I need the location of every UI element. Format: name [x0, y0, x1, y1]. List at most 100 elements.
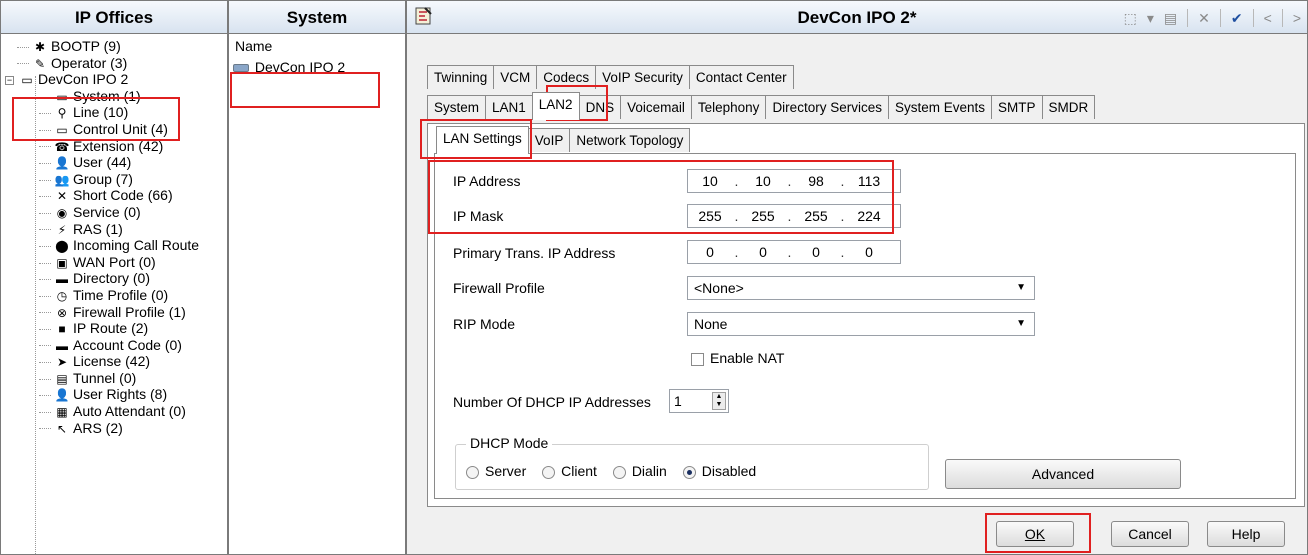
ip-offices-pane: IP Offices ✱ BOOTP (9) ✎ Operator (3) − ▭ DevC…: [0, 0, 228, 555]
mask-octet: 255: [804, 208, 828, 224]
tab-contact-center[interactable]: Contact Center: [688, 65, 794, 89]
incoming-call-route-icon: ⬤: [55, 239, 69, 254]
tree-item-firewall-profile[interactable]: ⊗ Firewall Profile (1): [1, 304, 227, 321]
tree-item-extension[interactable]: ☎ Extension (42): [1, 138, 227, 155]
tree-item-label: System (1): [73, 87, 141, 104]
dhcp-mode-disabled[interactable]: Disabled: [682, 463, 756, 479]
tab-system[interactable]: System: [427, 95, 487, 119]
tree-connector: [39, 162, 51, 164]
previous-icon[interactable]: <: [1264, 10, 1272, 26]
cancel-button[interactable]: Cancel: [1111, 521, 1189, 547]
dhcp-count-value: 1: [674, 393, 682, 409]
operator-icon: ✎: [34, 56, 46, 71]
ip-octet: 113: [857, 173, 881, 189]
short-code-icon: ✕: [56, 189, 68, 204]
tree-connector: [39, 428, 51, 430]
tree-item-directory[interactable]: ▬ Directory (0): [1, 270, 227, 287]
tab-dns[interactable]: DNS: [578, 95, 622, 119]
tab-smdr[interactable]: SMDR: [1041, 95, 1096, 119]
tree-item-control-unit[interactable]: ▭ Control Unit (4): [1, 121, 227, 138]
enable-nat-row[interactable]: Enable NAT: [691, 350, 784, 366]
tree-item-short-code[interactable]: ✕ Short Code (66): [1, 187, 227, 204]
octet-separator: .: [840, 173, 845, 189]
primary-trans-ip-input[interactable]: 0. 0. 0. 0: [687, 240, 901, 264]
directory-icon: ▬: [56, 272, 68, 287]
rip-mode-value: None: [694, 316, 728, 332]
tab-vcm[interactable]: VCM: [493, 65, 538, 89]
spinner-arrows-icon[interactable]: ▲ ▼: [712, 392, 726, 410]
tree-item-line[interactable]: ⚲ Line (10): [1, 104, 227, 121]
subtab-network-topology[interactable]: Network Topology: [569, 128, 691, 152]
tree-item-user[interactable]: 👤 User (44): [1, 154, 227, 171]
rip-mode-select[interactable]: None ▼: [687, 312, 1035, 336]
ip-mask-input[interactable]: 255. 255. 255. 224: [687, 204, 901, 228]
tree-item-service[interactable]: ◉ Service (0): [1, 204, 227, 221]
enable-nat-checkbox[interactable]: [691, 352, 704, 366]
radio-selected-icon[interactable]: [682, 465, 696, 479]
tree-item-label: Time Profile (0): [73, 286, 169, 303]
advanced-button[interactable]: Advanced: [945, 459, 1181, 489]
ok-button[interactable]: OK: [996, 521, 1074, 547]
tree-connector: [39, 113, 51, 115]
tree-item-system[interactable]: ▭ System (1): [1, 88, 227, 105]
octet-separator: .: [734, 173, 739, 189]
tab-voicemail[interactable]: Voicemail: [620, 95, 692, 119]
system-list-item[interactable]: DevCon IPO 2: [229, 56, 405, 78]
save-icon[interactable]: ▤: [1164, 10, 1177, 27]
trans-octet: 0: [812, 244, 820, 260]
help-button[interactable]: Help: [1207, 521, 1285, 547]
tree-item-ras[interactable]: ⚡ RAS (1): [1, 221, 227, 238]
subtab-voip[interactable]: VoIP: [527, 128, 571, 152]
tab-directory-services[interactable]: Directory Services: [765, 95, 889, 119]
dhcp-mode-server[interactable]: Server: [466, 463, 526, 479]
tree-item-wan-port[interactable]: ▣ WAN Port (0): [1, 254, 227, 271]
tab-telephony[interactable]: Telephony: [690, 95, 767, 119]
tree-item-bootp[interactable]: ✱ BOOTP (9): [1, 38, 227, 55]
dhcp-count-spinner[interactable]: 1 ▲ ▼: [669, 389, 729, 413]
ip-octet: 10: [702, 173, 718, 189]
tree-item-incoming-call-route[interactable]: ⬤ Incoming Call Route: [1, 237, 227, 254]
tree-item-system-unit[interactable]: − ▭ DevCon IPO 2: [1, 71, 227, 88]
tab-voip-security[interactable]: VoIP Security: [595, 65, 690, 89]
tree-item-account-code[interactable]: ▬ Account Code (0): [1, 337, 227, 354]
lan-settings-panel: IP Address 10. 10. 98. 113 IP Mask 255. …: [434, 153, 1296, 499]
mask-octet: 255: [751, 208, 775, 224]
tree-item-ars[interactable]: ↖ ARS (2): [1, 420, 227, 437]
tree-item-label: WAN Port (0): [73, 253, 156, 270]
save-menu-icon[interactable]: ▾: [1147, 10, 1154, 27]
delete-icon[interactable]: ✕: [1198, 10, 1210, 27]
tree-item-time-profile[interactable]: ◷ Time Profile (0): [1, 287, 227, 304]
toolbar-separator: [1187, 9, 1189, 27]
dhcp-mode-client[interactable]: Client: [542, 463, 597, 479]
tree-item-auto-attendant[interactable]: ▦ Auto Attendant (0): [1, 403, 227, 420]
tree-connector: [39, 411, 51, 413]
tree-item-license[interactable]: ➤ License (42): [1, 353, 227, 370]
tree-item-ip-route[interactable]: ■ IP Route (2): [1, 320, 227, 337]
dropdown-arrow-icon: ▼: [1016, 282, 1026, 293]
dhcp-mode-dialin[interactable]: Dialin: [612, 463, 667, 479]
radio-icon[interactable]: [612, 465, 626, 479]
tab-system-events[interactable]: System Events: [887, 95, 992, 119]
tab-lan1[interactable]: LAN1: [485, 95, 533, 119]
next-icon[interactable]: >: [1293, 10, 1301, 26]
dhcp-count-label: Number Of DHCP IP Addresses: [453, 394, 651, 410]
tab-lan2[interactable]: LAN2: [531, 92, 580, 120]
tab-twinning[interactable]: Twinning: [427, 65, 495, 89]
firewall-profile-select[interactable]: <None> ▼: [687, 276, 1035, 300]
tree-item-operator[interactable]: ✎ Operator (3): [1, 55, 227, 72]
name-column-header[interactable]: Name: [229, 34, 405, 56]
radio-icon[interactable]: [542, 465, 556, 479]
new-record-icon[interactable]: ⬚: [1124, 10, 1137, 27]
tree-item-user-rights[interactable]: 👤 User Rights (8): [1, 386, 227, 403]
tab-codecs[interactable]: Codecs: [536, 65, 597, 89]
subtab-lan-settings[interactable]: LAN Settings: [436, 126, 529, 154]
dhcp-mode-legend: DHCP Mode: [466, 435, 553, 451]
tree-item-group[interactable]: 👥 Group (7): [1, 171, 227, 188]
validate-icon[interactable]: ✔: [1231, 10, 1243, 27]
system-list-pane: System Name DevCon IPO 2: [228, 0, 406, 555]
collapse-icon[interactable]: −: [5, 75, 14, 85]
ip-address-input[interactable]: 10. 10. 98. 113: [687, 169, 901, 193]
tab-smtp[interactable]: SMTP: [991, 95, 1043, 119]
radio-icon[interactable]: [466, 465, 479, 479]
tree-item-tunnel[interactable]: ▤ Tunnel (0): [1, 370, 227, 387]
